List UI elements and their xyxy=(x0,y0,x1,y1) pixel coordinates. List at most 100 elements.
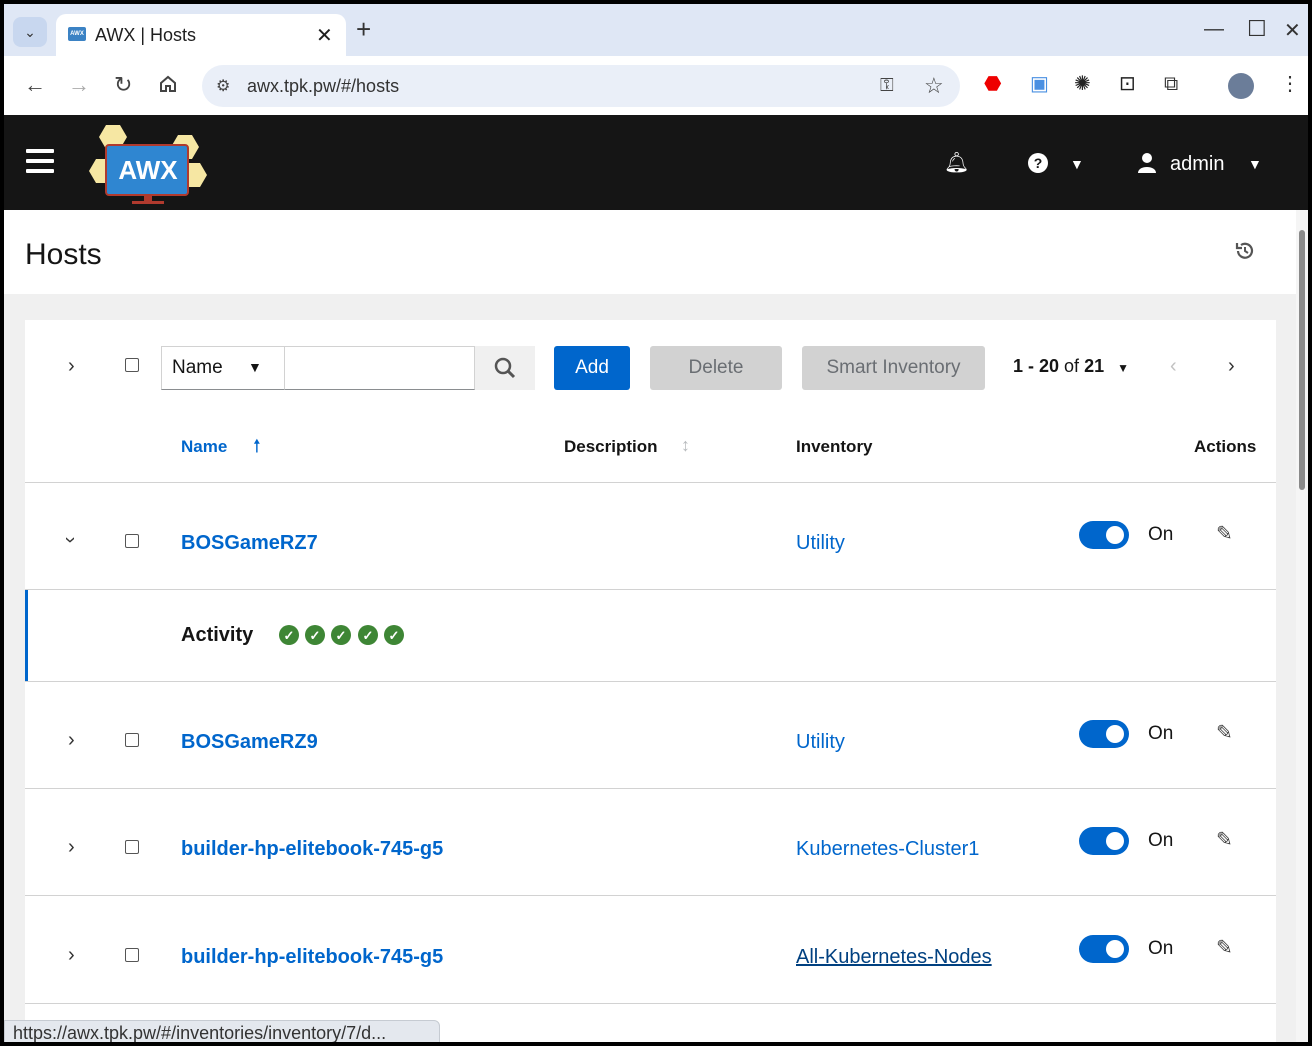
add-button[interactable]: Add xyxy=(554,346,630,390)
hosts-list-card: › Name ▼ Add Delete Smart Inventory 1 - … xyxy=(25,320,1276,1042)
extension-color-icon[interactable]: ▣ xyxy=(1030,74,1049,94)
host-enabled-toggle[interactable] xyxy=(1079,935,1129,963)
divider xyxy=(25,589,1276,590)
new-tab-icon[interactable]: + xyxy=(356,16,371,42)
inventory-link[interactable]: Kubernetes-Cluster1 xyxy=(796,838,979,861)
address-bar[interactable]: ⚙ awx.tpk.pw/#/hosts ⚿ ☆ xyxy=(202,65,960,107)
inventory-link[interactable]: Utility xyxy=(796,731,845,754)
password-key-icon[interactable]: ⚿ xyxy=(880,75,894,96)
column-header-description[interactable]: Description xyxy=(564,437,658,457)
select-all-checkbox[interactable] xyxy=(125,358,139,372)
pagination-total: 21 xyxy=(1084,356,1105,376)
toggle-state-label: On xyxy=(1148,938,1174,959)
back-icon[interactable]: ← xyxy=(24,74,46,96)
help-icon[interactable]: ? xyxy=(1028,153,1048,177)
browser-menu-icon[interactable]: ⋮ xyxy=(1280,74,1300,94)
host-enabled-toggle[interactable] xyxy=(1079,521,1129,549)
help-dropdown-caret-icon[interactable]: ▼ xyxy=(1070,157,1084,171)
browser-tab[interactable]: AWX AWX | Hosts ✕ xyxy=(56,14,346,56)
page-title-bar: Hosts xyxy=(4,210,1296,294)
awx-logo[interactable]: AWX xyxy=(86,119,211,209)
expand-row-chevron-icon[interactable]: › xyxy=(68,730,75,750)
close-tab-icon[interactable]: ✕ xyxy=(316,23,333,48)
extension-sun-icon[interactable]: ✺ xyxy=(1074,74,1091,94)
edit-pencil-icon[interactable]: ✎ xyxy=(1216,524,1233,544)
host-name-link[interactable]: builder-hp-elitebook-745-g5 xyxy=(181,838,443,861)
smart-inventory-button[interactable]: Smart Inventory xyxy=(802,346,985,390)
activity-stream-icon[interactable] xyxy=(1234,240,1256,268)
notifications-bell-icon[interactable]: 🔔︎ xyxy=(944,153,969,173)
hamburger-menu-icon[interactable] xyxy=(26,149,54,173)
column-header-name[interactable]: Name xyxy=(181,437,227,457)
edit-pencil-icon[interactable]: ✎ xyxy=(1216,723,1233,743)
row-checkbox[interactable] xyxy=(125,948,139,962)
divider xyxy=(25,482,1276,483)
inventory-link[interactable]: Utility xyxy=(796,532,845,555)
row-checkbox[interactable] xyxy=(125,840,139,854)
expand-row-chevron-icon[interactable]: › xyxy=(68,837,75,857)
divider xyxy=(25,788,1276,789)
row-checkbox[interactable] xyxy=(125,733,139,747)
app-header: AWX 🔔︎ ? ▼ admin ▼ xyxy=(4,115,1308,210)
url-text: awx.tpk.pw/#/hosts xyxy=(247,76,400,96)
job-success-icon[interactable]: ✓ xyxy=(279,625,299,645)
bookmark-star-icon[interactable]: ☆ xyxy=(924,73,944,99)
column-header-actions: Actions xyxy=(1194,437,1257,456)
extensions-puzzle-icon[interactable]: ⧉ xyxy=(1164,74,1178,94)
previous-page-icon[interactable]: ‹ xyxy=(1170,356,1177,376)
divider xyxy=(25,681,1276,682)
edit-pencil-icon[interactable]: ✎ xyxy=(1216,830,1233,850)
sort-icon[interactable]: ↕ xyxy=(681,436,690,454)
scrollbar-thumb[interactable] xyxy=(1299,230,1305,490)
extension-robot-icon[interactable]: ⊡ xyxy=(1119,74,1136,94)
forward-icon[interactable]: → xyxy=(68,74,90,96)
host-enabled-toggle[interactable] xyxy=(1079,827,1129,855)
adblock-icon[interactable]: ⬣ xyxy=(984,74,1001,94)
filter-field-label: Name xyxy=(172,357,223,378)
job-success-icon[interactable]: ✓ xyxy=(384,625,404,645)
page-scrollbar[interactable] xyxy=(1296,210,1308,1042)
expand-all-chevron-icon[interactable]: › xyxy=(68,356,75,376)
collapse-row-chevron-icon[interactable]: › xyxy=(59,537,81,544)
host-name-link[interactable]: BOSGameRZ9 xyxy=(181,731,318,754)
search-input[interactable] xyxy=(284,346,475,390)
expand-row-chevron-icon[interactable]: › xyxy=(68,945,75,965)
minimize-icon[interactable]: — xyxy=(1204,18,1224,41)
tab-title: AWX | Hosts xyxy=(95,25,197,45)
search-button[interactable] xyxy=(475,346,535,390)
caret-down-icon: ▼ xyxy=(1117,361,1130,375)
row-checkbox[interactable] xyxy=(125,534,139,548)
home-icon[interactable] xyxy=(158,74,178,98)
job-success-icon[interactable]: ✓ xyxy=(358,625,378,645)
search-icon xyxy=(494,357,516,379)
job-success-icon[interactable]: ✓ xyxy=(305,625,325,645)
page-content: Hosts › Name ▼ Add Delete Smart Inventor… xyxy=(4,210,1296,1042)
link-status-bar: https://awx.tpk.pw/#/inventories/invento… xyxy=(4,1020,440,1042)
tab-search-button[interactable]: ⌄ xyxy=(13,17,47,47)
delete-button[interactable]: Delete xyxy=(650,346,782,390)
site-info-icon[interactable]: ⚙ xyxy=(216,76,230,96)
divider xyxy=(25,1003,1276,1004)
sort-ascending-icon[interactable]: 🠕︎ xyxy=(253,437,261,455)
user-menu-label[interactable]: admin xyxy=(1170,153,1224,176)
inventory-link[interactable]: All-Kubernetes-Nodes xyxy=(796,946,992,969)
filter-field-select[interactable]: Name ▼ xyxy=(161,346,285,390)
svg-text:?: ? xyxy=(1034,155,1043,171)
maximize-icon[interactable]: ☐ xyxy=(1247,16,1267,42)
user-dropdown-caret-icon[interactable]: ▼ xyxy=(1248,157,1262,171)
close-window-icon[interactable]: ✕ xyxy=(1284,18,1301,43)
job-success-icon[interactable]: ✓ xyxy=(331,625,351,645)
user-icon xyxy=(1138,153,1156,177)
pagination-toggle[interactable]: 1 - 20 of 21 ▼ xyxy=(1013,356,1129,377)
svg-text:AWX: AWX xyxy=(118,155,178,185)
page-title: Hosts xyxy=(25,238,102,271)
profile-avatar[interactable] xyxy=(1228,73,1254,99)
toggle-state-label: On xyxy=(1148,524,1174,545)
host-name-link[interactable]: BOSGameRZ7 xyxy=(181,532,318,555)
tab-strip: ⌄ AWX AWX | Hosts ✕ + — ☐ ✕ xyxy=(4,4,1308,56)
next-page-icon[interactable]: › xyxy=(1228,356,1235,376)
reload-icon[interactable]: ↻ xyxy=(114,74,132,96)
host-enabled-toggle[interactable] xyxy=(1079,720,1129,748)
host-name-link[interactable]: builder-hp-elitebook-745-g5 xyxy=(181,946,443,969)
edit-pencil-icon[interactable]: ✎ xyxy=(1216,938,1233,958)
